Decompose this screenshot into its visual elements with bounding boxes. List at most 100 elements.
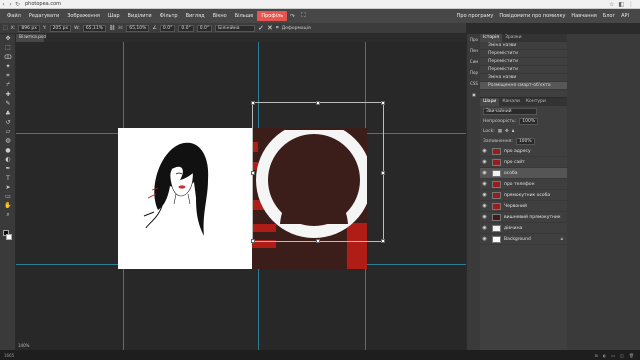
eye-icon[interactable]: ◉ — [480, 203, 489, 209]
history-item[interactable]: Перемістити — [480, 50, 567, 58]
crop-tool-icon[interactable]: ⌗ — [0, 71, 16, 80]
menu-view[interactable]: Вигляд — [182, 13, 209, 19]
eyedropper-icon[interactable]: ⌿ — [0, 80, 16, 89]
eye-icon[interactable]: ◉ — [480, 159, 489, 165]
confirm-icon[interactable]: ✓ — [258, 24, 264, 32]
eye-icon[interactable]: ◉ — [480, 225, 489, 231]
history-item[interactable]: Перемістити — [480, 66, 567, 74]
transform-handle[interactable] — [381, 239, 385, 243]
warp-icon[interactable]: ⌗ — [276, 25, 279, 31]
brush-tool-icon[interactable]: ✎ — [0, 99, 16, 108]
menu-window[interactable]: Вікно — [209, 13, 231, 19]
menu-learn[interactable]: Навчання — [568, 13, 599, 19]
history-item[interactable]: Розміщення смарт-об'єкта — [480, 82, 567, 90]
path-select-icon[interactable]: ➤ — [0, 183, 16, 192]
document-tab[interactable]: Візитка.psd * — [16, 34, 46, 48]
menu-report-bug[interactable]: Повідомити про помилку — [496, 13, 568, 19]
canvas-area[interactable]: 140% — [16, 42, 466, 350]
reload-icon[interactable]: ↻ — [14, 1, 21, 8]
transform-handle[interactable] — [251, 171, 255, 175]
fill-field[interactable]: 100% — [515, 137, 535, 145]
tab-paths[interactable]: Контури — [523, 98, 549, 106]
cancel-icon[interactable]: ✕ — [267, 24, 273, 32]
layer-row[interactable]: ◉ Background 🔒︎ — [480, 234, 567, 245]
menu-api[interactable]: API — [618, 13, 632, 19]
background-color-swatch[interactable] — [6, 234, 12, 240]
fullscreen-icon[interactable]: ⛶ — [298, 12, 308, 20]
eye-icon[interactable]: ◉ — [480, 181, 489, 187]
menu-file[interactable]: Файл — [3, 13, 25, 19]
lock-pixels-icon[interactable]: ▦ — [498, 129, 502, 134]
url-field[interactable]: photopea.com — [25, 1, 61, 7]
deform-label[interactable]: Деформація — [282, 26, 311, 31]
transform-handle[interactable] — [251, 239, 255, 243]
menu-edit[interactable]: Редагувати — [25, 13, 63, 19]
menu-image[interactable]: Зображення — [63, 13, 104, 19]
magic-wand-icon[interactable]: ✦ — [0, 62, 16, 71]
menu-select[interactable]: Виділити — [124, 13, 156, 19]
lock-position-icon[interactable]: ✥ — [505, 129, 509, 134]
lasso-tool-icon[interactable]: ↀ — [0, 53, 16, 62]
tab-history[interactable]: Історія — [480, 34, 502, 42]
layer-row[interactable]: ◉ прямокутник особа — [480, 190, 567, 201]
panel-css-icon[interactable]: CSS — [467, 78, 481, 89]
width-field[interactable]: 65,11% — [82, 24, 106, 32]
lock-all-icon[interactable]: 🔒︎ — [512, 128, 514, 134]
back-icon[interactable]: ‹ — [0, 1, 7, 8]
profile-button[interactable]: Профіль — [257, 11, 288, 21]
text-tool-icon[interactable]: T — [0, 173, 16, 182]
interpolation-select[interactable]: Білінійна — [215, 24, 256, 32]
transform-bounding-box[interactable] — [251, 101, 385, 243]
eye-icon[interactable]: ◉ — [480, 170, 489, 176]
mask-icon[interactable]: ◫ — [620, 353, 624, 358]
link-icon[interactable]: ⛓ — [109, 25, 115, 31]
angle-field[interactable]: 0.0° — [159, 24, 176, 32]
trash-icon[interactable]: 🗑︎ — [629, 353, 634, 358]
menu-more[interactable]: Більше — [231, 13, 258, 19]
blend-mode-select[interactable]: Звичайний — [483, 107, 537, 115]
layer-row-selected[interactable]: ◉ особа — [480, 168, 567, 179]
menu-filter[interactable]: Фільтр — [156, 13, 182, 19]
layer-row[interactable]: ◉ дівчина — [480, 223, 567, 234]
panel-paragraph-icon[interactable]: Пор — [467, 67, 481, 78]
tab-swatches[interactable]: Зразки — [502, 34, 525, 42]
menu-about[interactable]: Про програму — [454, 13, 497, 19]
opacity-field[interactable]: 100% — [519, 117, 539, 125]
history-brush-icon[interactable]: ↺ — [0, 118, 16, 127]
pen-tool-icon[interactable]: ✒ — [0, 164, 16, 173]
layer-row[interactable]: ◉ про телефон — [480, 179, 567, 190]
history-item[interactable]: Зміна назви — [480, 74, 567, 82]
layer-row[interactable]: ◉ Червоний — [480, 201, 567, 212]
clone-stamp-icon[interactable]: ♣ — [0, 108, 16, 117]
tab-channels[interactable]: Канали — [499, 98, 522, 106]
transform-handle[interactable] — [381, 171, 385, 175]
panel-info-icon[interactable]: Про — [467, 34, 481, 45]
skew-v-field[interactable]: 0.0° — [196, 24, 213, 32]
x-field[interactable]: 896 px — [18, 24, 40, 32]
transform-handle[interactable] — [316, 239, 320, 243]
eraser-tool-icon[interactable]: ▱ — [0, 127, 16, 136]
extension-icon[interactable]: ◧ — [618, 1, 624, 8]
blur-tool-icon[interactable]: ● — [0, 146, 16, 155]
y-field[interactable]: 205 px — [49, 24, 72, 32]
star-icon[interactable]: ☆ — [609, 1, 614, 8]
layer-row[interactable]: ◉ вишневий прямокутник — [480, 212, 567, 223]
zoom-tool-icon[interactable]: ⌕ — [0, 211, 16, 220]
paint-bucket-icon[interactable]: ◍ — [0, 136, 16, 145]
hand-tool-icon[interactable]: ✋ — [0, 201, 16, 210]
eye-icon[interactable]: ◉ — [480, 148, 489, 154]
forward-icon[interactable]: › — [7, 1, 14, 8]
panel-image-icon[interactable]: ▣ — [467, 89, 481, 100]
transform-handle[interactable] — [251, 101, 255, 105]
menu-blog[interactable]: Блог — [600, 13, 618, 19]
layer-row[interactable]: ◉ про сайт — [480, 157, 567, 168]
move-tool-icon[interactable]: ✥ — [0, 34, 16, 43]
transform-handle[interactable] — [381, 101, 385, 105]
eye-icon[interactable]: ◉ — [480, 236, 489, 242]
panel-char-icon[interactable]: Сим — [467, 56, 481, 67]
eye-icon[interactable]: ◉ — [480, 214, 489, 220]
history-item[interactable]: Зміна назви — [480, 42, 567, 50]
transform-handle[interactable] — [316, 101, 320, 105]
redo-icon[interactable]: ↷ — [287, 13, 298, 20]
menu-icon[interactable]: ⋮ — [628, 1, 634, 8]
